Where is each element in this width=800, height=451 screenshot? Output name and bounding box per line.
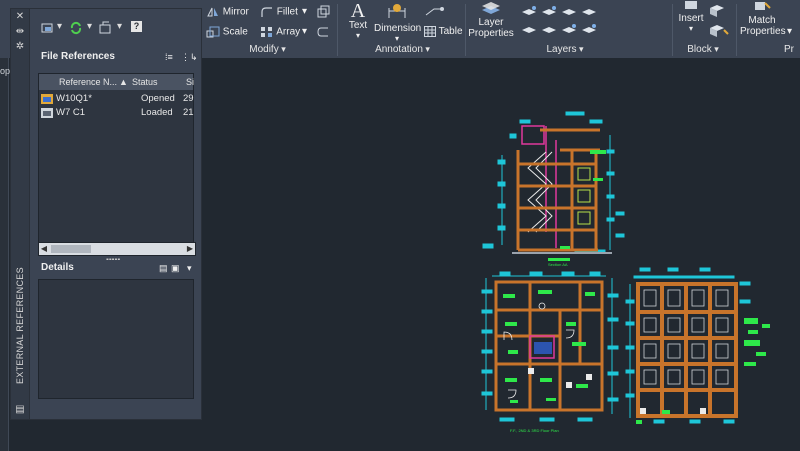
chevron-down-icon[interactable]: ▾ — [187, 260, 192, 276]
help-icon[interactable]: ? — [131, 21, 142, 32]
reference-size: 21 — [183, 107, 194, 118]
change-path-icon[interactable] — [99, 21, 113, 35]
section-drawing: Section AA — [482, 111, 625, 267]
structural-plan-drawing — [625, 267, 770, 424]
details-view-icon[interactable]: ▤ — [159, 260, 168, 276]
chevron-down-icon[interactable]: ▾ — [57, 21, 62, 32]
floor-plan-drawing: F.F., 2ND & 3RD Floor Plan — [481, 271, 619, 433]
reference-status: Opened — [141, 93, 175, 104]
chevron-down-icon[interactable]: ▾ — [117, 21, 122, 32]
external-references-palette: ✕ ⇹ ✲ EXTERNAL REFERENCES ▤ ▾ ▾ ▾ ? File… — [10, 8, 202, 420]
file-references-column-headers: Reference N... ▲ Status Si — [39, 74, 194, 90]
close-icon[interactable]: ✕ — [15, 12, 25, 22]
scroll-right-icon[interactable]: ▶ — [185, 243, 195, 255]
xref-file-icon — [41, 108, 53, 118]
palette-title: EXTERNAL REFERENCES — [15, 267, 25, 384]
details-pane — [38, 279, 194, 399]
reference-name: W10Q1* — [56, 93, 92, 104]
column-header-reference-name[interactable]: Reference N... — [59, 74, 117, 90]
scroll-left-icon[interactable]: ◀ — [39, 243, 49, 255]
palette-title-bar: ✕ ⇹ ✲ EXTERNAL REFERENCES ▤ — [11, 9, 30, 419]
list-view-icon[interactable]: ⁞≡ — [165, 49, 173, 65]
palette-properties-icon[interactable]: ▤ — [15, 405, 25, 415]
chevron-down-icon[interactable]: ▾ — [87, 21, 92, 32]
file-references-header[interactable]: File References ⁞≡ ⋮↳ — [37, 49, 198, 65]
column-header-size[interactable]: Si — [186, 74, 194, 90]
auto-hide-icon[interactable]: ⇹ — [15, 27, 25, 37]
table-row[interactable]: W7 C1 Loaded 21 — [39, 106, 194, 120]
file-references-title: File References — [41, 51, 115, 62]
gear-icon[interactable]: ✲ — [15, 42, 25, 52]
reference-status: Loaded — [141, 107, 173, 118]
attach-icon[interactable] — [41, 21, 55, 35]
column-header-status[interactable]: Status — [132, 74, 158, 90]
tree-view-icon[interactable]: ⋮↳ — [181, 49, 198, 65]
plan-label: F.F., 2ND & 3RD Floor Plan — [510, 428, 559, 433]
horizontal-scrollbar[interactable]: ◀ ▶ — [38, 242, 196, 256]
reference-size: 29 — [183, 93, 194, 104]
preview-view-icon[interactable]: ▣ — [171, 260, 180, 276]
details-title: Details — [41, 262, 74, 273]
reference-name: W7 C1 — [56, 107, 86, 118]
sort-ascending-icon: ▲ — [119, 77, 128, 87]
details-header[interactable]: Details ▤ ▣ ▾ — [37, 260, 197, 276]
file-references-list[interactable]: Reference N... ▲ Status Si W10Q1* Opened… — [38, 73, 194, 244]
scrollbar-thumb[interactable] — [51, 245, 91, 253]
table-row[interactable]: W10Q1* Opened 29 — [39, 92, 194, 106]
refresh-icon[interactable] — [69, 21, 83, 35]
section-label: Section AA — [548, 262, 568, 267]
drawing-file-icon — [41, 94, 53, 104]
